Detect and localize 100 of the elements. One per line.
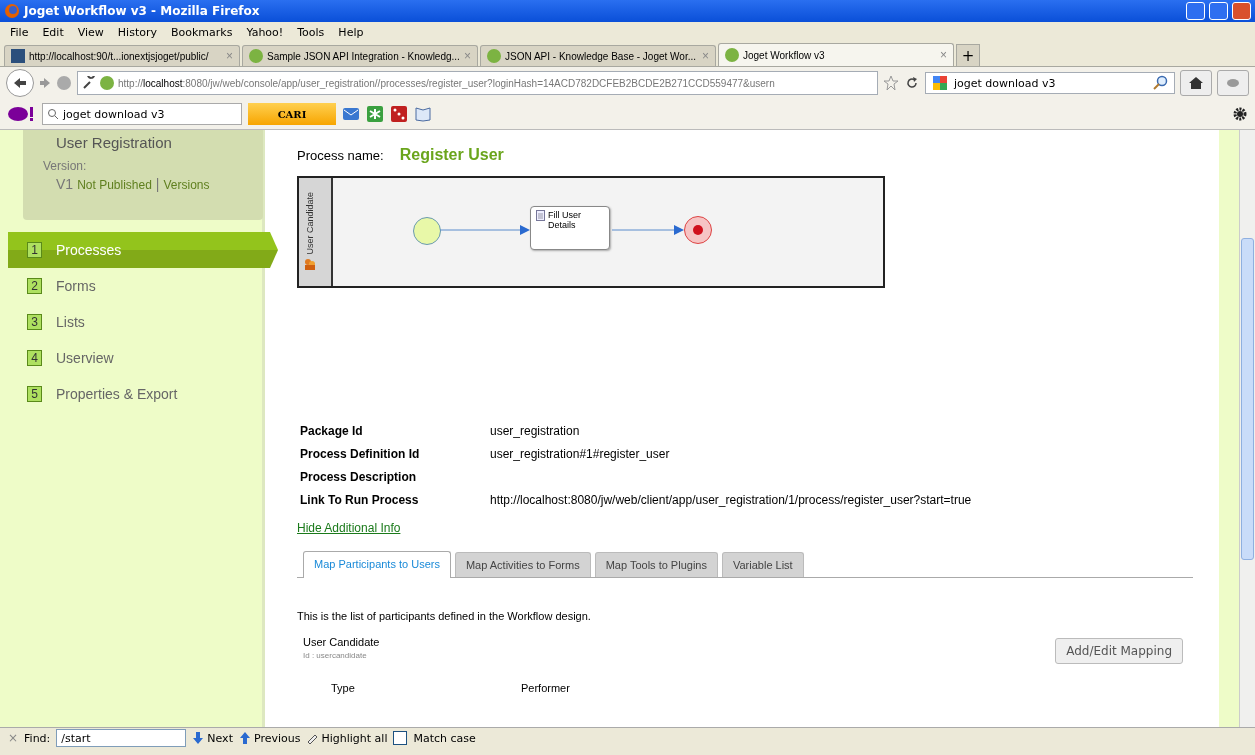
address-field[interactable]: http://localhost:8080/jw/web/console/app/user_registration//processes/register_user?loginHash=14ACD782DCFEB2BCDE2B271CCD559477&usern bbox=[77, 71, 878, 95]
down-arrow-icon[interactable] bbox=[192, 732, 205, 744]
favicon-icon bbox=[100, 76, 114, 90]
menu-item[interactable]: Help bbox=[332, 25, 370, 39]
window-title: Joget Workflow v3 - Mozilla Firefox bbox=[24, 4, 261, 18]
tab[interactable]: Map Activities to Forms bbox=[454, 552, 591, 577]
hide-info-link[interactable]: Hide Additional Info bbox=[297, 521, 401, 535]
sidebar-item[interactable]: 2 Forms bbox=[0, 268, 262, 304]
menu-item[interactable]: View bbox=[71, 25, 110, 39]
browser-tab[interactable]: JSON API - Knowledge Base - Joget Wor... × bbox=[480, 45, 716, 66]
browser-tab[interactable]: Joget Workflow v3 × bbox=[718, 43, 954, 66]
detail-label: Link To Run Process bbox=[300, 493, 420, 507]
version-number: V1 bbox=[56, 176, 74, 192]
app-name: User Registration bbox=[55, 134, 173, 151]
publish-status: Not Published bbox=[77, 178, 152, 192]
column-header: Performer bbox=[521, 682, 570, 694]
tab[interactable]: Variable List bbox=[721, 552, 804, 577]
minimize-button[interactable] bbox=[1186, 2, 1205, 20]
up-arrow-icon[interactable] bbox=[238, 732, 251, 744]
document-icon bbox=[536, 210, 545, 221]
detail-value: http://localhost:8080/jw/web/client/app/user_registration/1/process/register_user?start=true bbox=[490, 493, 973, 507]
new-tab-button[interactable]: + bbox=[956, 44, 980, 66]
tab[interactable]: Map Participants to Users bbox=[303, 551, 451, 578]
back-arrow-icon[interactable] bbox=[13, 77, 27, 89]
menu-item[interactable]: History bbox=[111, 25, 163, 39]
highlighter-icon[interactable] bbox=[306, 732, 319, 744]
favicon-icon bbox=[249, 49, 263, 63]
tab-title: Sample JSON API Integration - Knowledg... bbox=[267, 50, 460, 62]
addon-button[interactable] bbox=[1217, 70, 1249, 96]
tab-title: http://localhost:90/t...ionextjsjoget/public/ bbox=[29, 50, 210, 62]
key-icon bbox=[82, 76, 96, 90]
firefox-icon bbox=[4, 3, 20, 19]
process-name-label: Process name: bbox=[297, 148, 384, 163]
search-engine-icon[interactable] bbox=[932, 75, 948, 91]
start-event bbox=[413, 217, 441, 245]
search-button[interactable]: CARI bbox=[248, 103, 336, 125]
menu-item[interactable]: Edit bbox=[36, 25, 70, 39]
settings-icon[interactable] bbox=[1233, 107, 1247, 121]
bug-icon[interactable] bbox=[1226, 77, 1240, 89]
search-icon[interactable] bbox=[1152, 75, 1168, 91]
add-edit-mapping-button[interactable]: Add/Edit Mapping bbox=[1055, 638, 1183, 664]
column-header: Type bbox=[331, 682, 356, 694]
detail-value: user_registration#1#register_user bbox=[490, 447, 671, 461]
match-case-checkbox[interactable] bbox=[393, 731, 408, 745]
menu-item[interactable]: Tools bbox=[291, 25, 331, 39]
forward-icon[interactable] bbox=[39, 77, 51, 89]
favicon-icon bbox=[725, 48, 739, 62]
separator: | bbox=[155, 176, 160, 192]
detail-value: user_registration bbox=[490, 424, 581, 438]
end-event bbox=[684, 216, 712, 244]
close-button[interactable] bbox=[1232, 2, 1251, 20]
search-icon bbox=[47, 108, 59, 120]
connector-arrow bbox=[612, 224, 684, 236]
yahoo-logo-icon[interactable] bbox=[8, 106, 36, 122]
reload-icon[interactable] bbox=[904, 75, 920, 91]
menu-item[interactable]: File bbox=[4, 25, 35, 39]
previous-button[interactable]: Previous bbox=[238, 731, 301, 745]
sidebar-item[interactable]: 1 Processes bbox=[8, 232, 278, 268]
find-field[interactable]: /start bbox=[56, 729, 187, 747]
home-icon[interactable] bbox=[1189, 77, 1203, 89]
home-button[interactable] bbox=[1180, 70, 1212, 96]
browser-tab[interactable]: Sample JSON API Integration - Knowledg... × bbox=[242, 45, 478, 66]
find-label: Find: bbox=[24, 731, 51, 745]
star-icon[interactable] bbox=[883, 75, 899, 91]
detail-label: Process Definition Id bbox=[300, 447, 421, 461]
match-case-label: Match case bbox=[413, 731, 476, 745]
people-icon bbox=[304, 258, 316, 270]
tab[interactable]: Map Tools to Plugins bbox=[594, 552, 718, 577]
detail-label: Process Description bbox=[300, 470, 418, 484]
favicon-icon bbox=[11, 49, 25, 63]
search-text: joget download v3 bbox=[954, 76, 1057, 90]
search-field[interactable]: joget download v3 bbox=[925, 72, 1175, 94]
book-icon[interactable] bbox=[414, 106, 432, 122]
sidebar-item[interactable]: 3 Lists bbox=[0, 304, 262, 340]
back-button[interactable] bbox=[6, 69, 34, 97]
asterisk-icon[interactable] bbox=[366, 106, 384, 122]
url-text: http://localhost:8080/jw/web/console/app/user_registration//processes/register_user?loginHash=14ACD782DCFEB2BCDE2B271CCD559477&usern bbox=[118, 77, 775, 89]
version-label: Version: bbox=[43, 159, 88, 173]
intro-text: This is the list of participants defined in the Workflow design. bbox=[297, 610, 592, 622]
activity-label: Fill User Details bbox=[548, 210, 582, 232]
tab-title: JSON API - Knowledge Base - Joget Wor... bbox=[505, 50, 697, 62]
sidebar-item[interactable]: 4 Userview bbox=[0, 340, 262, 376]
favicon-icon bbox=[487, 49, 501, 63]
detail-label: Package Id bbox=[300, 424, 364, 438]
browser-tab[interactable]: http://localhost:90/t...ionextjsjoget/public/ × bbox=[4, 45, 240, 66]
lane-label: User Candidate bbox=[305, 192, 315, 255]
tab-title: Joget Workflow v3 bbox=[743, 49, 826, 61]
next-button[interactable]: Next bbox=[192, 731, 233, 745]
sidebar-item[interactable]: 5 Properties & Export bbox=[0, 376, 262, 412]
menu-item[interactable]: Yahoo! bbox=[240, 25, 290, 39]
maximize-button[interactable] bbox=[1209, 2, 1228, 20]
dice-icon[interactable] bbox=[390, 106, 408, 122]
process-name: Register User bbox=[399, 146, 504, 164]
search-text: joget download v3 bbox=[63, 107, 165, 121]
yahoo-search-field[interactable]: joget download v3 bbox=[42, 103, 242, 125]
participant-id: Id : usercandidate bbox=[303, 651, 368, 660]
scrollbar-thumb[interactable] bbox=[1241, 238, 1254, 560]
highlight-all-button[interactable]: Highlight all bbox=[306, 731, 388, 745]
mail-icon[interactable] bbox=[342, 106, 360, 122]
menu-item[interactable]: Bookmarks bbox=[165, 25, 239, 39]
